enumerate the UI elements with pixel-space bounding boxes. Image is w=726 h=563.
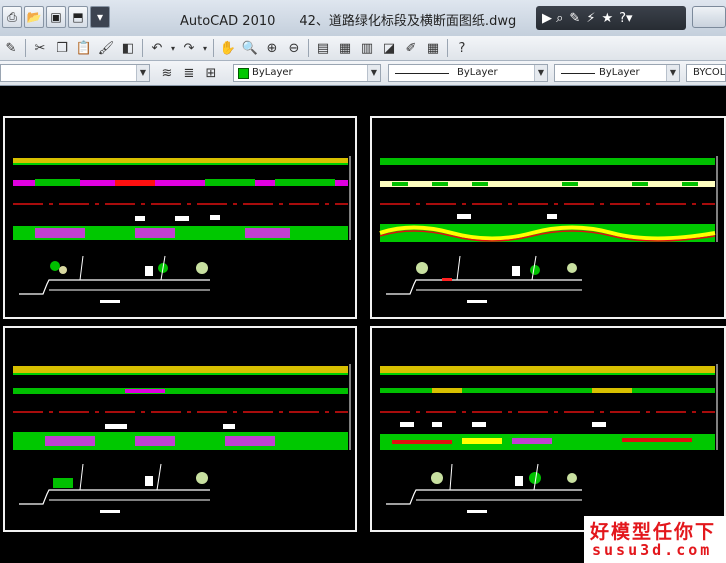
drawing-section-1 [13,156,351,303]
tool-palette-icon[interactable]: ▥ [356,38,378,58]
quick-access-toolbar: ⎙ 📂 ▣ ⬒ ▾ [2,6,110,30]
linetype-control[interactable]: ByLayer ▼ [388,64,548,82]
undo-icon[interactable]: ↶ [146,38,168,58]
linetype-value: ByLayer [457,67,498,78]
info-center: ▶ ⌕ ✎ ⚡ ★ ?▾ [536,6,686,30]
properties-toolbar: ▼ ≋ ≣ ⊞ ByLayer ▼ ByLayer ▼ ByLayer ▼ BY… [0,61,726,86]
print-icon[interactable]: ⎙ [2,6,22,28]
save-icon[interactable]: ▣ [46,6,66,28]
viewport-top-left[interactable] [3,116,357,319]
chevron-down-icon: ▼ [666,65,679,81]
copy-icon[interactable]: ❐ [51,38,73,58]
undo-dropdown-icon[interactable]: ▾ [168,38,178,58]
favorites-icon[interactable]: ★ [601,11,613,26]
binoculars-icon[interactable]: ▶ ⌕ [542,11,563,26]
block-editor-icon[interactable]: ◧ [117,38,139,58]
minimize-button[interactable] [692,6,726,28]
drawing-section-4 [380,364,718,513]
standard-toolbar: ✎ ✂ ❐ 📋 🖌 ◧ ↶ ▾ ↷ ▾ ✋ 🔍 ⊕ ⊖ ▤ ▦ ▥ ◪ ✐ ▦ … [0,36,726,61]
model-space-canvas[interactable] [0,86,726,563]
title-bar: ⎙ 📂 ▣ ⬒ ▾ AutoCAD 2010 42、道路绿化标段及横断面图纸.dw… [0,0,726,37]
plot-style-value: BYCOLOR [693,67,725,78]
layer-previous-icon[interactable]: ≣ [178,63,200,83]
plot-style-control[interactable]: BYCOLOR [686,64,726,82]
cut-icon[interactable]: ✂ [29,38,51,58]
layer-match-icon[interactable]: ⊞ [200,63,222,83]
communication-icon[interactable]: ⚡ [586,11,595,26]
viewport-top-right[interactable] [370,116,726,319]
dropdown-icon[interactable]: ▾ [90,6,110,28]
zoom-previous-icon[interactable]: ⊖ [283,38,305,58]
properties-icon[interactable]: ▤ [312,38,334,58]
paste-icon[interactable]: 📋 [73,38,95,58]
lineweight-control[interactable]: ByLayer ▼ [554,64,680,82]
file-name: 42、道路绿化标段及横断面图纸.dwg [299,14,517,29]
pen-icon[interactable]: ✎ [0,38,22,58]
app-name: AutoCAD 2010 [180,14,276,29]
watermark-title: 好模型任你下 [590,521,717,543]
drawing-section-2 [379,156,718,303]
design-center-icon[interactable]: ▦ [334,38,356,58]
watermark-logo: 好模型任你下 susu3d.com [584,516,726,563]
lineweight-preview [561,73,595,74]
help-icon[interactable]: ? [451,38,473,58]
help-icon[interactable]: ?▾ [619,11,632,26]
chevron-down-icon: ▼ [367,65,380,81]
watermark-site: susu3d.com [592,541,713,559]
layer-state-dropdown[interactable]: ▼ [0,64,150,82]
sheet-set-icon[interactable]: ◪ [378,38,400,58]
chevron-down-icon: ▼ [136,65,149,81]
chevron-down-icon: ▼ [534,65,547,81]
calculator-icon[interactable]: ▦ [422,38,444,58]
zoom-window-icon[interactable]: ⊕ [261,38,283,58]
linetype-preview [395,73,449,74]
color-value: ByLayer [252,67,293,78]
zoom-realtime-icon[interactable]: 🔍 [239,38,261,58]
undo-icon[interactable]: ⬒ [68,6,88,28]
pan-icon[interactable]: ✋ [217,38,239,58]
viewport-bottom-right[interactable] [370,326,726,532]
drawing-section-3 [13,364,351,513]
color-swatch [238,68,249,79]
window-title: AutoCAD 2010 42、道路绿化标段及横断面图纸.dwg [180,10,540,29]
layer-make-current-icon[interactable]: ≋ [156,63,178,83]
match-properties-icon[interactable]: 🖌 [95,38,117,58]
redo-icon[interactable]: ↷ [178,38,200,58]
open-icon[interactable]: 📂 [24,6,44,28]
markup-icon[interactable]: ✐ [400,38,422,58]
color-control[interactable]: ByLayer ▼ [233,64,381,82]
viewport-bottom-left[interactable] [3,326,357,532]
wrench-icon[interactable]: ✎ [569,11,580,26]
lineweight-value: ByLayer [599,67,640,78]
redo-dropdown-icon[interactable]: ▾ [200,38,210,58]
